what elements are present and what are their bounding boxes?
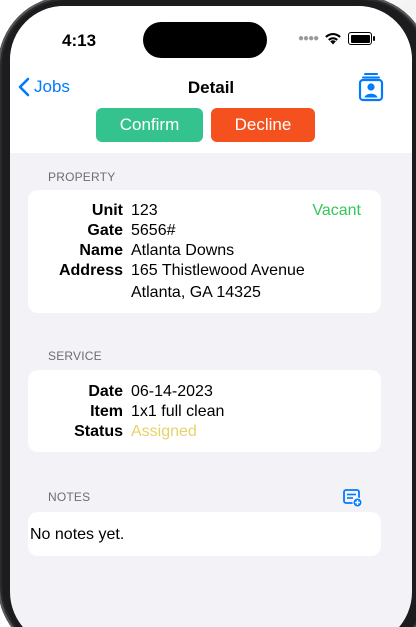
phone-frame: 4:13 ●●●● Jobs Detail Confirm Decline PR… <box>0 0 416 627</box>
field-value: Atlanta, GA 14325 <box>131 284 261 301</box>
field-value: Atlanta Downs <box>131 242 235 259</box>
app-screen: 4:13 ●●●● Jobs Detail Confirm Decline PR… <box>10 6 412 627</box>
confirm-button[interactable]: Confirm <box>96 108 203 142</box>
note-add-icon[interactable] <box>343 488 363 508</box>
field-label: Gate <box>87 222 123 239</box>
field-value: 165 Thistlewood Avenue <box>131 262 305 279</box>
field-label: Unit <box>91 202 123 219</box>
service-card: Date 06-14-2023 Item 1x1 full clean Stat… <box>28 370 381 452</box>
occupancy-status-badge: Vacant <box>312 202 361 219</box>
field-label: Date <box>88 383 123 400</box>
field-value: 123 <box>131 202 158 219</box>
dynamic-island <box>143 22 267 58</box>
status-icons: ●●●● <box>298 32 376 45</box>
contact-card-icon[interactable] <box>358 72 384 102</box>
navigation-header: 4:13 ●●●● Jobs Detail Confirm Decline <box>10 6 412 153</box>
cellular-signal-icon: ●●●● <box>298 33 319 44</box>
field-label: Address <box>58 262 123 279</box>
decline-button[interactable]: Decline <box>211 108 315 142</box>
battery-icon <box>348 32 376 45</box>
service-section-label: SERVICE <box>48 349 102 363</box>
device-background: 4:13 ●●●● Jobs Detail Confirm Decline PR… <box>0 0 416 627</box>
field-value: 1x1 full clean <box>131 403 225 420</box>
field-value: 06-14-2023 <box>131 383 213 400</box>
wifi-icon <box>325 33 341 45</box>
field-label: Name <box>79 242 123 259</box>
status-badge: Assigned <box>131 423 197 440</box>
status-time: 4:13 <box>62 31 97 50</box>
property-section-label: PROPERTY <box>48 170 116 184</box>
field-value: 5656# <box>131 222 176 239</box>
field-label: Status <box>74 423 123 440</box>
page-title: Detail <box>187 78 235 97</box>
notes-empty-text: No notes yet. <box>30 526 125 543</box>
field-label: Item <box>90 403 123 420</box>
property-card: Vacant Unit 123 Gate 5656# Name Atlanta … <box>28 190 381 313</box>
notes-section-label: NOTES <box>48 490 91 504</box>
